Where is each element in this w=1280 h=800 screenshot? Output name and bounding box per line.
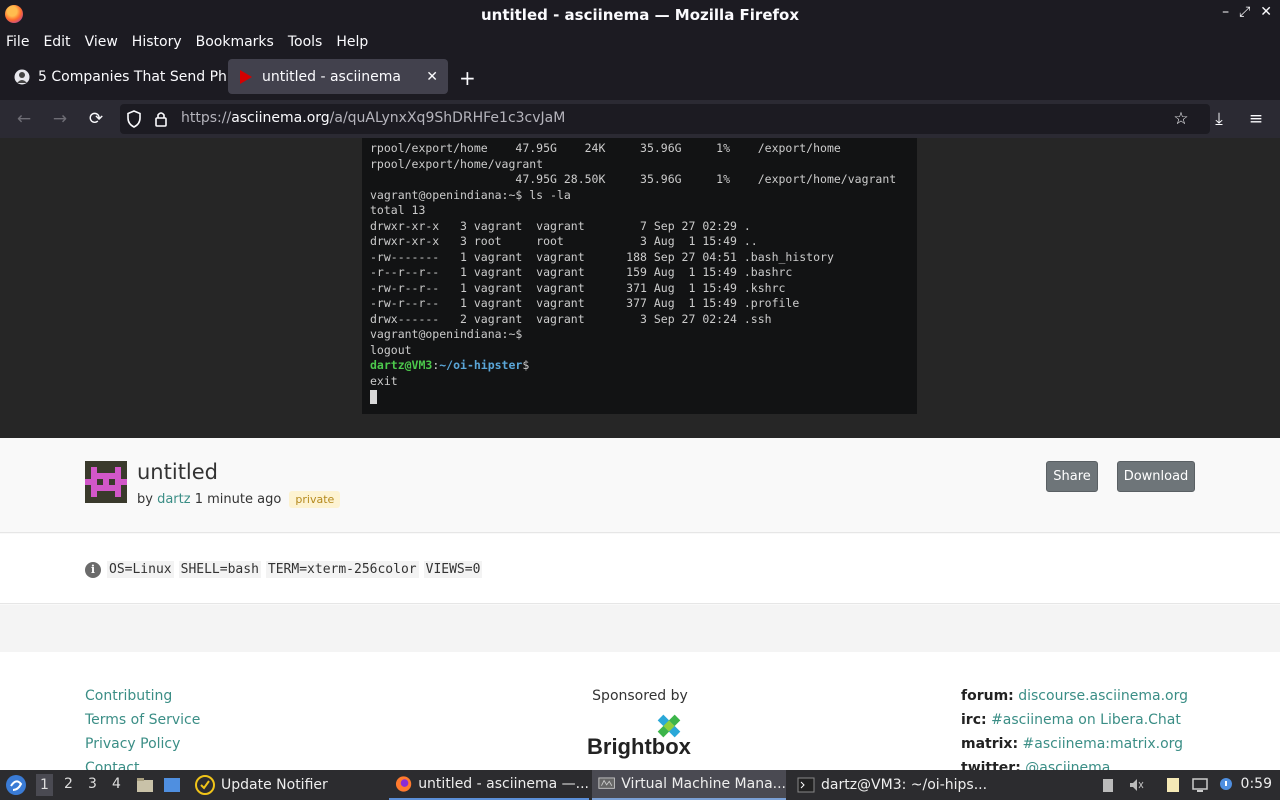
window-title: untitled - asciinema — Mozilla Firefox [480,5,800,24]
social-matrix: matrix: #asciinema:matrix.org [961,736,1184,752]
social-twitter: twitter: @asciinema [961,760,1188,770]
bookmark-star-icon[interactable]: ☆ [1170,108,1192,130]
tab-companies[interactable]: 5 Companies That Send Ph [4,59,226,94]
brightbox-logo[interactable]: Brightbox [587,712,697,762]
irc-link[interactable]: #asciinema on Libera.Chat [991,712,1181,728]
recording-title: untitled [137,460,219,484]
notes-icon[interactable] [1165,777,1181,793]
new-tab-button[interactable]: + [459,66,476,90]
menu-edit[interactable]: Edit [43,34,70,50]
window-controls: – ⤢ ✕ [1222,4,1272,20]
task-terminal[interactable]: dartz@VM3: ~/oi-hips... [791,770,991,800]
menu-help[interactable]: Help [336,34,368,50]
player-area[interactable]: rpool/export/home 47.95G 24K 35.96G 1% /… [0,138,1280,438]
shield-icon[interactable] [126,110,142,132]
section-spacer [0,605,1280,652]
menu-bar: File Edit View History Bookmarks Tools H… [0,29,1280,54]
footer-link-contributing[interactable]: Contributing [85,688,200,706]
start-menu-icon[interactable] [5,774,27,800]
firefox-logo-icon [5,5,23,23]
url-text[interactable]: https://asciinema.org/a/quALynxXq9ShDRHF… [181,110,565,126]
matrix-link[interactable]: #asciinema:matrix.org [1023,736,1184,752]
author-link[interactable]: dartz [157,492,190,507]
menu-tools[interactable]: Tools [288,34,323,50]
download-button[interactable]: Download [1117,461,1195,492]
desktop-icon[interactable] [163,776,181,798]
forward-button[interactable]: → [49,108,71,130]
terminal-cursor [370,389,377,404]
terminal-icon [797,777,815,793]
tab-close-icon[interactable]: ✕ [426,69,438,85]
workspace-2[interactable]: 2 [64,776,73,792]
mute-icon[interactable] [1128,777,1144,793]
sponsored-by: Sponsored by [592,688,688,704]
forum-link[interactable]: discourse.asciinema.org [1018,688,1188,704]
update-notifier-icon [195,775,215,795]
profile-icon [14,69,30,85]
vm-manager-icon [598,777,615,789]
terminal-player[interactable]: rpool/export/home 47.95G 24K 35.96G 1% /… [362,138,917,414]
meta-tag: OS=Linux [107,561,174,578]
private-badge: private [289,491,341,508]
file-manager-icon[interactable] [136,776,154,798]
app-menu-icon[interactable]: ≡ [1245,108,1267,130]
meta-tag: SHELL=bash [178,561,261,578]
window-titlebar: untitled - asciinema — Mozilla Firefox –… [0,0,1280,29]
workspace-1[interactable]: 1 [36,774,53,796]
avatar[interactable] [85,461,127,503]
menu-view[interactable]: View [85,34,118,50]
clock[interactable]: 0:59 [1241,776,1272,792]
footer-link-terms[interactable]: Terms of Service [85,712,200,730]
minimize-button[interactable]: – [1222,4,1229,20]
tab-bar: 5 Companies That Send Ph untitled - asci… [0,54,1280,100]
info-icon: i [85,562,101,578]
menu-file[interactable]: File [6,34,29,50]
twitter-link[interactable]: @asciinema [1025,760,1110,770]
page-footer: Contributing Terms of Service Privacy Po… [0,652,1280,770]
recording-metadata: i OS=Linux SHELL=bash TERM=xterm-256colo… [0,534,1280,604]
tab-label: 5 Companies That Send Ph [38,68,226,85]
tab-label: untitled - asciinema [262,68,402,85]
workspace-3[interactable]: 3 [88,776,97,792]
share-button[interactable]: Share [1046,461,1098,492]
social-irc: irc: #asciinema on Libera.Chat [961,712,1181,728]
page-content: rpool/export/home 47.95G 24K 35.96G 1% /… [0,138,1280,770]
meta-tag: TERM=xterm-256color [265,561,419,578]
menu-history[interactable]: History [132,34,182,50]
footer-link-contact[interactable]: Contact [85,760,200,770]
meta-tag: VIEWS=0 [423,561,483,578]
workspace-4[interactable]: 4 [112,776,121,792]
screen-icon[interactable] [1192,777,1208,793]
footer-links: Contributing Terms of Service Privacy Po… [85,688,200,770]
menu-bookmarks[interactable]: Bookmarks [196,34,274,50]
task-virtual-machine-manager[interactable]: Virtual Machine Mana... [592,770,786,800]
reload-button[interactable]: ⟳ [85,108,107,130]
byline: by dartz 1 minute ago private [137,491,341,508]
footer-social: forum: discourse.asciinema.org irc: #asc… [961,688,1188,770]
footer-link-privacy[interactable]: Privacy Policy [85,736,200,754]
url-bar[interactable]: https://asciinema.org/a/quALynxXq9ShDRHF… [120,104,1210,134]
firefox-icon [395,776,412,792]
task-update-notifier[interactable]: Update Notifier [189,770,385,800]
close-window-button[interactable]: ✕ [1260,4,1272,20]
downloads-icon[interactable]: ⤓ [1208,108,1230,130]
asciinema-favicon-icon [238,69,254,85]
maximize-button[interactable]: ⤢ [1239,4,1250,20]
clipboard-icon[interactable] [1100,777,1116,793]
tab-asciinema[interactable]: untitled - asciinema ✕ [228,59,448,94]
navigation-bar: ← → ⟳ https://asciinema.org/a/quALynxXq9… [0,100,1280,138]
back-button[interactable]: ← [13,108,35,130]
lock-icon[interactable] [154,110,168,132]
notification-icon[interactable] [1218,777,1234,793]
recording-time: 1 minute ago [194,492,282,507]
taskbar: 1 2 3 4 Update Notifier untitled - ascii… [0,770,1280,800]
svg-text:Brightbox: Brightbox [587,734,692,759]
task-firefox[interactable]: untitled - asciinema —... [389,770,589,800]
recording-info: untitled by dartz 1 minute ago private S… [0,438,1280,533]
social-forum: forum: discourse.asciinema.org [961,688,1189,704]
